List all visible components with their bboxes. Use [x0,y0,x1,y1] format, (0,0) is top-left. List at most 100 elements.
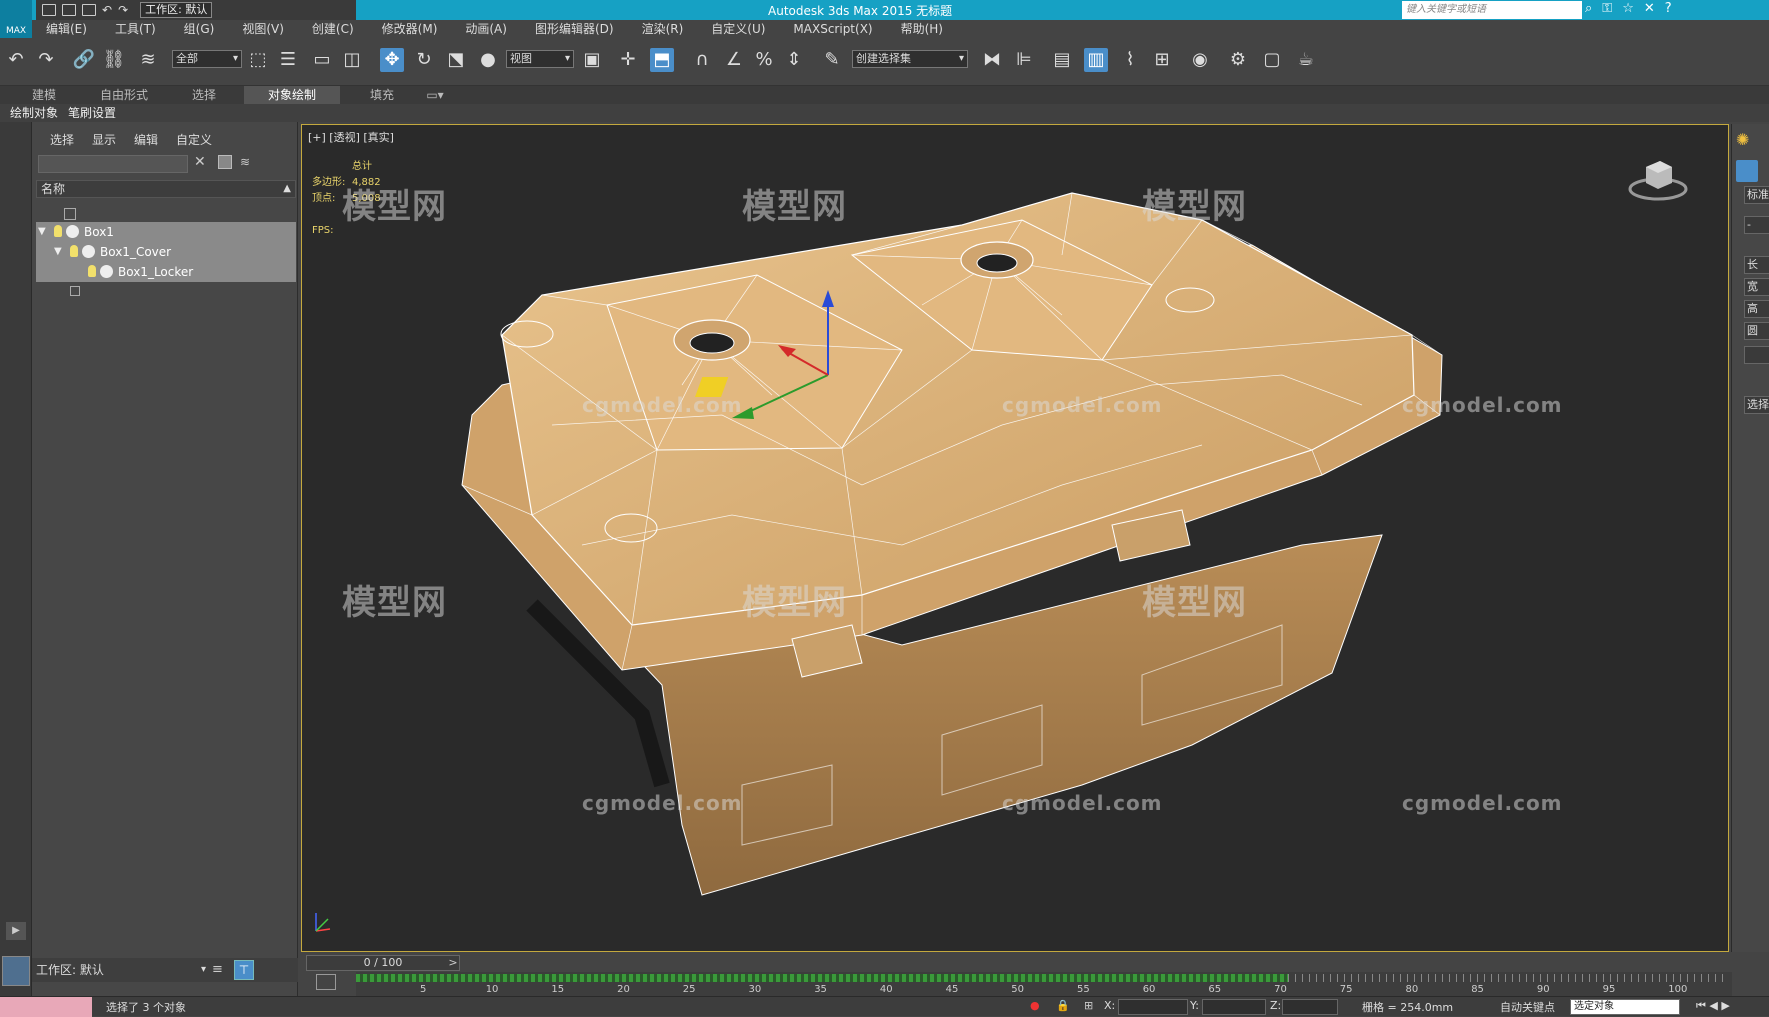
menu-item[interactable]: 图形编辑器(D) [521,20,628,38]
geometry-icon[interactable] [1736,160,1758,182]
menu-item[interactable]: 渲染(R) [628,20,698,38]
box-model[interactable] [302,125,1729,952]
rotate-icon[interactable]: ↻ [412,48,436,72]
new-file-icon[interactable] [42,4,56,16]
reference-coord-dropdown[interactable]: 视图 [506,50,574,68]
paint-objects-label[interactable]: 绘制对象 [10,104,58,122]
open-file-icon[interactable] [62,4,76,16]
angle-snap-icon[interactable]: ∠ [722,48,746,72]
ribbon-tab[interactable]: 对象绘制 [244,86,340,104]
workspace-dropdown[interactable]: 工作区: 默认 [140,2,213,18]
expand-triangle-icon[interactable]: ▼ [38,222,46,242]
next-frame-arrow[interactable]: > [446,955,460,971]
sun-icon[interactable]: ✺ [1736,130,1758,152]
undo-icon[interactable]: ↶ [102,3,112,17]
y-coord-field[interactable] [1202,999,1266,1015]
filter-icon[interactable]: ≋ [240,155,250,169]
rect-selection-icon[interactable]: ▭ [310,48,334,72]
scale-icon[interactable]: ⬔ [444,48,468,72]
place-icon[interactable]: ● [476,48,500,72]
viewcube-icon[interactable] [1628,153,1688,203]
redo-icon[interactable]: ↷ [34,48,58,72]
z-coord-field[interactable] [1282,999,1338,1015]
close-x-icon[interactable]: ✕ [1644,1,1655,16]
lock-icon[interactable]: ● [1030,999,1040,1012]
time-slider[interactable]: 0 / 100 [306,955,460,971]
undo-icon[interactable]: ↶ [4,48,28,72]
selection-filter-dropdown[interactable]: 全部 [172,50,242,68]
scene-menu-item[interactable]: 显示 [83,130,125,150]
blank-field[interactable] [1744,346,1769,364]
expand-triangle-icon[interactable]: ▼ [54,242,62,262]
expand-arrow-icon[interactable]: ▶ [6,922,26,940]
render-icon[interactable]: ☕ [1294,48,1318,72]
layers-icon[interactable]: ≡ [212,962,228,978]
selection-field[interactable]: 选择 [1744,396,1769,414]
ribbon-tab[interactable]: 自由形式 [84,86,164,104]
select-manipulate-icon[interactable]: ✛ [616,48,640,72]
maxscript-listener[interactable] [0,997,92,1017]
scene-menu-item[interactable]: 自定义 [167,130,221,150]
menu-item[interactable]: 组(G) [170,20,229,38]
x-coord-field[interactable] [1118,999,1188,1015]
visibility-bulb-icon[interactable] [54,225,62,237]
clear-search-icon[interactable]: ✕ [194,154,206,170]
menu-item[interactable]: 编辑(E) [32,20,101,38]
select-object-icon[interactable]: ⬚ [246,48,270,72]
menu-item[interactable]: 工具(T) [101,20,170,38]
save-icon[interactable] [82,4,96,16]
keyboard-shortcut-override-icon[interactable]: ⬒ [650,48,674,72]
radius-field[interactable]: 圆 [1744,322,1769,340]
menu-item[interactable]: MAXScript(X) [779,20,886,38]
length-field[interactable]: 长 [1744,256,1769,274]
ribbon-tab[interactable]: 选择 [180,86,228,104]
scene-workspace-dropdown[interactable]: 工作区: 默认 [36,961,206,979]
rollout-collapse[interactable]: - [1744,216,1769,234]
percent-snap-icon[interactable]: % [752,48,776,72]
named-selection-dropdown[interactable]: 创建选择集 [852,50,968,68]
curve-editor-icon[interactable]: ⌇ [1118,48,1142,72]
spinner-snap-icon[interactable]: ⇕ [782,48,806,72]
viewport-layout-icon[interactable] [2,956,30,986]
edit-named-selection-icon[interactable]: ✎ [820,48,844,72]
key-icon[interactable]: ⚿ [1602,1,1612,16]
key-filter-dropdown[interactable]: 选定对象 [1570,999,1680,1015]
select-by-name-icon[interactable]: ☰ [276,48,300,72]
menu-item[interactable]: 视图(V) [228,20,298,38]
selection-lock-icon[interactable]: 🔒 [1056,999,1070,1012]
unlink-icon[interactable]: ⛓ [102,48,126,72]
material-editor-icon[interactable]: ◉ [1188,48,1212,72]
scene-menu-item[interactable]: 选择 [32,130,83,150]
track-bar[interactable]: 5 10 15 20 25 30 35 40 45 50 55 60 65 70 75 80 85 90 95 100 [356,972,1732,996]
layer-manager-icon[interactable]: ▤ [1050,48,1074,72]
hierarchy-icon[interactable]: ⊤ [234,960,254,980]
render-setup-icon[interactable]: ⚙ [1226,48,1250,72]
mirror-icon[interactable]: ⧓ [980,48,1004,72]
visibility-bulb-icon[interactable] [88,265,96,277]
max-logo-icon[interactable]: MAX [0,0,32,38]
mini-curve-editor-icon[interactable] [316,974,336,990]
binoculars-icon[interactable]: ⌕ [1585,1,1592,16]
star-icon[interactable]: ☆ [1622,1,1634,16]
tree-row-box1-locker[interactable]: Box1_Locker [36,262,296,282]
perspective-viewport[interactable]: [+] [透视] [真实] 总计 多边形: 4,882 顶点: 5,008 FPS: [301,124,1729,952]
redo-icon[interactable]: ↷ [118,3,128,17]
move-icon[interactable]: ✥ [380,48,404,72]
schematic-view-icon[interactable]: ⊞ [1150,48,1174,72]
snaps-toggle-icon[interactable]: ∩ [690,48,714,72]
name-column-header[interactable]: 名称 ▲ [36,180,296,198]
menu-item[interactable]: 帮助(H) [887,20,957,38]
autokey-button[interactable]: 自动关键点 [1500,999,1555,1015]
align-icon[interactable]: ⊫ [1012,48,1036,72]
bind-space-warp-icon[interactable]: ≋ [136,48,160,72]
menu-item[interactable]: 动画(A) [451,20,521,38]
standard-primitives-dropdown[interactable]: 标准 [1744,186,1769,204]
scene-search-input[interactable] [38,155,188,173]
find-icon[interactable] [218,155,232,169]
search-input[interactable]: 键入关键字或短语 [1402,1,1582,19]
tree-row-root[interactable] [36,204,296,224]
scene-menu-item[interactable]: 编辑 [125,130,167,150]
tree-row-box1[interactable]: ▼ Box1 [36,222,296,242]
tree-row-empty[interactable] [36,282,296,302]
height-field[interactable]: 高 [1744,300,1769,318]
